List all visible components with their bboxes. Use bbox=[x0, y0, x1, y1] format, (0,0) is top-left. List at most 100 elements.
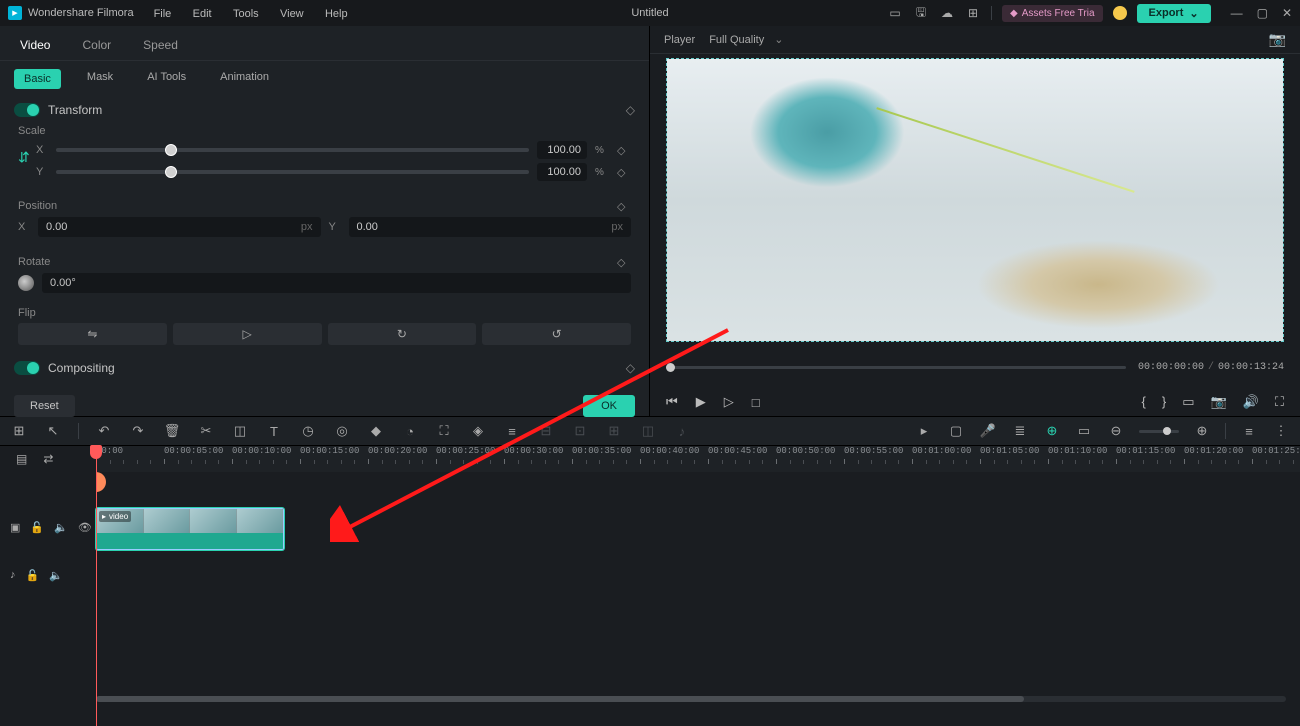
redo-icon[interactable]: ↷ bbox=[129, 423, 147, 439]
menu-help[interactable]: Help bbox=[325, 8, 348, 20]
menu-file[interactable]: File bbox=[154, 8, 172, 20]
tab-video[interactable]: Video bbox=[14, 32, 56, 60]
menu-tools[interactable]: Tools bbox=[233, 8, 259, 20]
video-preview[interactable] bbox=[666, 58, 1284, 342]
track-mute-icon[interactable]: 🔈 bbox=[54, 521, 68, 534]
subtab-aitools[interactable]: AI Tools bbox=[139, 65, 194, 93]
scale-link-icon[interactable]: ⇵ bbox=[18, 149, 36, 173]
rotate-input[interactable]: 0.00° bbox=[42, 273, 631, 293]
timeline-scrollbar[interactable] bbox=[96, 696, 1286, 702]
video-clip[interactable]: ▸ video bbox=[96, 508, 284, 550]
marker-track[interactable] bbox=[96, 472, 1300, 504]
undo-icon[interactable]: ↶ bbox=[95, 423, 113, 439]
tag-icon[interactable]: ◈ bbox=[469, 423, 487, 439]
quality-dropdown[interactable]: Full Quality bbox=[709, 33, 783, 46]
prev-frame-button[interactable]: ⏮ bbox=[666, 394, 678, 410]
cloud-icon[interactable]: ☁ bbox=[939, 5, 955, 21]
maximize-button[interactable]: ▢ bbox=[1257, 6, 1268, 20]
reset-button[interactable]: Reset bbox=[14, 395, 75, 417]
display-icon[interactable]: ▭ bbox=[1182, 394, 1194, 410]
assets-free-trial-button[interactable]: ◆ Assets Free Tria bbox=[1002, 5, 1103, 22]
video-track[interactable]: ▸ video bbox=[96, 506, 1300, 552]
timeline-layout-icon[interactable]: ▤ bbox=[16, 452, 27, 466]
position-y-input[interactable]: 0.00px bbox=[349, 217, 632, 237]
menu-view[interactable]: View bbox=[280, 8, 304, 20]
minimize-button[interactable]: — bbox=[1231, 6, 1243, 20]
save-icon[interactable]: 🖫 bbox=[913, 5, 929, 21]
speed-icon[interactable]: ◷ bbox=[299, 423, 317, 439]
subtab-mask[interactable]: Mask bbox=[79, 65, 121, 93]
flip-vertical-button[interactable]: ▷ bbox=[173, 323, 322, 345]
magnetic-icon[interactable]: ⊕ bbox=[1043, 423, 1061, 439]
tab-color[interactable]: Color bbox=[76, 32, 117, 60]
color-icon[interactable]: ◎ bbox=[333, 423, 351, 439]
timeline-link-icon[interactable]: ⇄ bbox=[43, 452, 53, 466]
compositing-toggle[interactable] bbox=[14, 361, 40, 375]
scale-x-value[interactable]: 100.00 bbox=[537, 141, 587, 159]
rotate-cw-button[interactable]: ↻ bbox=[328, 323, 477, 345]
transform-toggle[interactable] bbox=[14, 103, 40, 117]
keyframe-tool-icon[interactable]: ◆ bbox=[367, 423, 385, 439]
clock-icon[interactable]: ◔ bbox=[401, 424, 419, 439]
coin-icon[interactable] bbox=[1113, 6, 1127, 20]
zoom-slider[interactable] bbox=[1139, 430, 1179, 433]
mark-in-icon[interactable]: { bbox=[1142, 394, 1146, 410]
grid-tool-icon[interactable]: ⊞ bbox=[10, 423, 28, 439]
list-icon[interactable]: ≡ bbox=[1240, 424, 1258, 439]
zoom-out-icon[interactable]: ⊖ bbox=[1107, 423, 1125, 439]
delete-icon[interactable]: 🗑 bbox=[163, 423, 181, 439]
fullscreen-icon[interactable]: ⛶ bbox=[1275, 394, 1284, 410]
position-keyframe-icon[interactable] bbox=[617, 199, 631, 213]
playhead[interactable] bbox=[96, 446, 97, 726]
track-lock-icon[interactable]: 🔓 bbox=[30, 521, 44, 534]
grid-icon[interactable]: ⊞ bbox=[965, 5, 981, 21]
scale-x-keyframe-icon[interactable] bbox=[617, 143, 631, 157]
more-icon[interactable]: ⋮ bbox=[1272, 423, 1290, 439]
menu-edit[interactable]: Edit bbox=[193, 8, 212, 20]
scale-y-slider[interactable] bbox=[56, 170, 529, 174]
cursor-tool-icon[interactable]: ↖ bbox=[44, 423, 62, 439]
tab-speed[interactable]: Speed bbox=[137, 32, 184, 60]
audio-lock-icon[interactable]: 🔓 bbox=[26, 569, 40, 582]
flip-horizontal-button[interactable]: ⇋ bbox=[18, 323, 167, 345]
playback-progress[interactable] bbox=[666, 366, 1126, 369]
fit-icon[interactable]: ▭ bbox=[1075, 423, 1093, 439]
audio-track[interactable] bbox=[96, 554, 1300, 600]
audio-mute-icon[interactable]: 🔈 bbox=[49, 569, 63, 582]
subtab-basic[interactable]: Basic bbox=[14, 69, 61, 89]
scale-x-slider[interactable] bbox=[56, 148, 529, 152]
rotate-knob[interactable] bbox=[18, 275, 34, 291]
mark-out-icon[interactable]: } bbox=[1162, 394, 1166, 410]
play-button[interactable]: ▶ bbox=[696, 394, 706, 410]
shield-icon[interactable]: ▢ bbox=[947, 423, 965, 439]
camera-icon[interactable]: 📷 bbox=[1211, 394, 1227, 410]
snapshot-icon[interactable]: 📷 bbox=[1269, 31, 1286, 48]
play-forward-button[interactable]: ▷ bbox=[724, 394, 734, 410]
position-x-input[interactable]: 0.00px bbox=[38, 217, 321, 237]
text-icon[interactable]: T bbox=[265, 424, 283, 439]
rotate-keyframe-icon[interactable] bbox=[617, 255, 631, 269]
track-visible-icon[interactable]: 👁 bbox=[78, 521, 92, 534]
scale-y-keyframe-icon[interactable] bbox=[617, 165, 631, 179]
subtab-animation[interactable]: Animation bbox=[212, 65, 277, 93]
stop-button[interactable]: □ bbox=[752, 395, 760, 410]
mixer-icon[interactable]: ≣ bbox=[1011, 423, 1029, 439]
scale-y-value[interactable]: 100.00 bbox=[537, 163, 587, 181]
export-button[interactable]: Export ⌄ bbox=[1137, 4, 1211, 23]
zoom-in-icon[interactable]: ⊕ bbox=[1193, 423, 1211, 439]
close-button[interactable]: ✕ bbox=[1282, 6, 1292, 20]
compositing-keyframe-icon[interactable] bbox=[626, 361, 635, 375]
timeline-ruler[interactable]: 00:0000:00:05:0000:00:10:0000:00:15:0000… bbox=[96, 446, 1300, 472]
render-icon[interactable]: ▸ bbox=[915, 423, 933, 439]
transform-keyframe-icon[interactable] bbox=[626, 103, 635, 117]
playhead-knob[interactable] bbox=[96, 472, 106, 492]
crop-icon[interactable]: ◫ bbox=[231, 423, 249, 439]
layout-icon[interactable]: ▭ bbox=[887, 5, 903, 21]
ok-button[interactable]: OK bbox=[583, 395, 635, 417]
volume-icon[interactable]: 🔊 bbox=[1243, 394, 1259, 410]
cut-icon[interactable]: ✂ bbox=[197, 423, 215, 439]
expand-icon[interactable]: ⛶ bbox=[435, 423, 453, 439]
mic-icon[interactable]: 🎤 bbox=[979, 423, 997, 439]
rotate-ccw-button[interactable]: ↺ bbox=[482, 323, 631, 345]
settings-icon[interactable]: ≡ bbox=[503, 424, 521, 439]
